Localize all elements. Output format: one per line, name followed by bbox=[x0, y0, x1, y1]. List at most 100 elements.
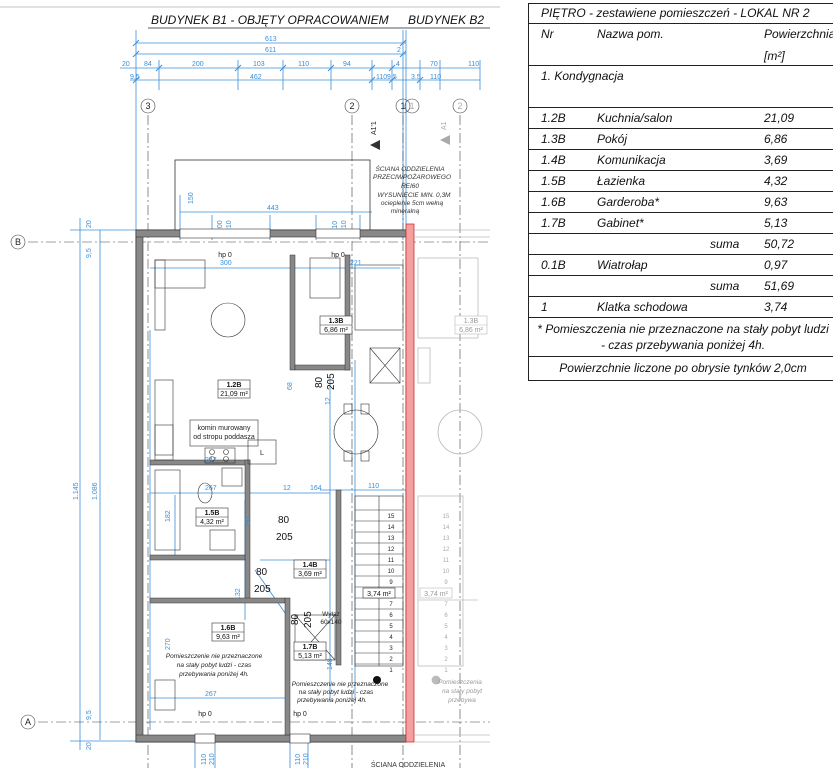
row-name: Łazienka bbox=[597, 174, 646, 188]
b2-room-area: 6,86 m² bbox=[459, 327, 483, 334]
attic-note-b-3: przebywania poniżej 4h. bbox=[296, 697, 367, 704]
row-nr: 1.5B bbox=[541, 174, 566, 188]
stair-step-9: 9 bbox=[389, 580, 393, 586]
wall-note-3: REI60 bbox=[401, 183, 419, 190]
stair-step-10: 10 bbox=[388, 569, 395, 575]
table-group-row: 1. Kondygnacja bbox=[528, 66, 833, 86]
hp0-top-right: hp 0 bbox=[331, 252, 345, 259]
wall-note-5: ocieplenie 5cm wełną bbox=[381, 200, 444, 207]
b2-stair-step-7: 7 bbox=[444, 602, 448, 608]
dim-150: 150 bbox=[188, 192, 195, 204]
table-sum-row: suma 50,72 bbox=[528, 234, 833, 254]
row-name: Wiatrołap bbox=[597, 258, 648, 272]
b2-stair-step-4: 4 bbox=[444, 635, 448, 641]
dim-267: 267 bbox=[205, 485, 217, 492]
dim-110b: 110 bbox=[376, 74, 387, 81]
hatch-label-2: 60x140 bbox=[320, 619, 342, 626]
row-area: 3,69 bbox=[764, 153, 788, 167]
stair-area: 3,74 m² bbox=[367, 591, 391, 598]
room-1-6b-area: 9,63 m² bbox=[216, 634, 240, 641]
b2-stair-step-3: 3 bbox=[444, 646, 448, 652]
stair-step-5: 5 bbox=[389, 624, 393, 630]
b2-stair-step-13: 13 bbox=[443, 536, 450, 542]
dim-4: 4 bbox=[396, 61, 400, 68]
room-1-2b-area: 21,09 m² bbox=[220, 391, 248, 398]
dim-182: 182 bbox=[165, 510, 172, 522]
floor-plan-drawing: BUDYNEK B1 - OBJĘTY OPRACOWANIEM BUDYNEK… bbox=[0, 6, 500, 768]
dim-9-5: 9,5 bbox=[130, 74, 140, 81]
chair-4 bbox=[360, 450, 370, 462]
dim-164: 164 bbox=[310, 485, 322, 492]
row-name: Komunikacja bbox=[597, 153, 666, 167]
row-area: 6,86 bbox=[764, 132, 788, 146]
fire-wall bbox=[405, 223, 415, 743]
dim-300: 300 bbox=[220, 260, 232, 267]
row-area: 5,13 bbox=[764, 216, 788, 230]
dim-267-bottom: 267 bbox=[205, 691, 217, 698]
chimney-label-2: od stropu poddasza bbox=[193, 434, 255, 441]
b2-stair-step-15: 15 bbox=[443, 514, 450, 520]
room-1-7b-area: 5,13 m² bbox=[298, 653, 322, 660]
axis-2-label: 2 bbox=[349, 101, 354, 111]
dim-20: 20 bbox=[122, 61, 130, 68]
dim-68: 68 bbox=[287, 382, 294, 390]
table-title-row: PIĘTRO - zestawiene pomieszczeń - LOKAL … bbox=[528, 3, 833, 23]
storage-shelf bbox=[154, 679, 176, 711]
room-1-6b-code: 1.6B bbox=[221, 625, 236, 632]
dim-613: 613 bbox=[265, 36, 277, 43]
dim-90: 90 bbox=[245, 517, 252, 525]
stair-step-14: 14 bbox=[388, 525, 395, 531]
stair-step-13: 13 bbox=[388, 536, 395, 542]
row-name: Pokój bbox=[597, 132, 628, 146]
attic-note-1: Pomieszczenie nie przeznaczone bbox=[166, 653, 263, 660]
attic-note-2: na stały pobyt ludzi - czas bbox=[177, 662, 252, 669]
dim-12: 12 bbox=[283, 485, 291, 492]
wall-note-1: ŚCIANA ODDZIELENIA bbox=[375, 164, 444, 173]
table-unit-row: [m²] bbox=[528, 46, 833, 66]
bed bbox=[354, 264, 404, 331]
door-width-2: 80 bbox=[256, 567, 268, 578]
table-header-row: Nr Nazwa pom. Powierzchnia bbox=[528, 24, 833, 44]
dim-221: 221 bbox=[350, 260, 362, 267]
door-width-1: 80 bbox=[278, 515, 290, 526]
bathtub bbox=[154, 469, 181, 551]
room-1-7b-code: 1.7B bbox=[303, 644, 318, 651]
sum-label: suma bbox=[710, 237, 740, 251]
hp0-bottom-left: hp 0 bbox=[198, 711, 212, 718]
table-row: 1.3B Pokój 6,86 bbox=[528, 129, 833, 149]
table-row: 1 Klatka schodowa 3,74 bbox=[528, 297, 833, 317]
axis-A-label: A bbox=[25, 717, 31, 727]
row-name: Kuchnia/salon bbox=[597, 111, 673, 125]
building-b2-title: BUDYNEK B2 bbox=[408, 13, 484, 27]
row-area: 9,63 bbox=[764, 195, 788, 209]
table-note-1: * Pomieszczenia nie przeznaczone na stał… bbox=[537, 322, 829, 336]
coffee-table bbox=[210, 302, 246, 338]
door-height-2: 205 bbox=[254, 584, 271, 595]
b2-attic-note-3: przebywa bbox=[447, 697, 476, 704]
row-nr: 1.6B bbox=[541, 195, 566, 209]
table-footer: Powierzchnie liczone po obrysie tynków 2… bbox=[559, 361, 807, 375]
b2-stair-step-10: 10 bbox=[443, 569, 450, 575]
dim-1145: 1.145 bbox=[73, 482, 80, 500]
stair-step-1: 1 bbox=[389, 668, 393, 674]
dim-20-bottom: 20 bbox=[86, 742, 93, 750]
stair-start-dot bbox=[373, 676, 381, 684]
header-unit: [m²] bbox=[764, 49, 785, 63]
table-row: 1.4B Komunikacja 3,69 bbox=[528, 150, 833, 170]
dim-210-door2: 210 bbox=[303, 753, 310, 765]
attic-note-3: przebywania poniżej 4h. bbox=[178, 671, 249, 678]
group-label: 1. Kondygnacja bbox=[541, 69, 624, 83]
washbasin bbox=[209, 529, 236, 551]
section-arrow-b2 bbox=[440, 135, 450, 145]
axis-B-label: B bbox=[15, 237, 21, 247]
dim-9-5b: 9.5 bbox=[387, 74, 397, 81]
stair-step-12: 12 bbox=[388, 547, 395, 553]
stair-step-6: 6 bbox=[389, 613, 393, 619]
axis-b2-2-label: 2 bbox=[457, 101, 462, 111]
kitchen-counter bbox=[154, 379, 174, 456]
dim-1086: 1.086 bbox=[92, 482, 99, 500]
row-area: 21,09 bbox=[764, 111, 795, 125]
dining-table bbox=[333, 409, 379, 455]
chair-2 bbox=[360, 403, 370, 415]
stair-step-3: 3 bbox=[389, 646, 393, 652]
